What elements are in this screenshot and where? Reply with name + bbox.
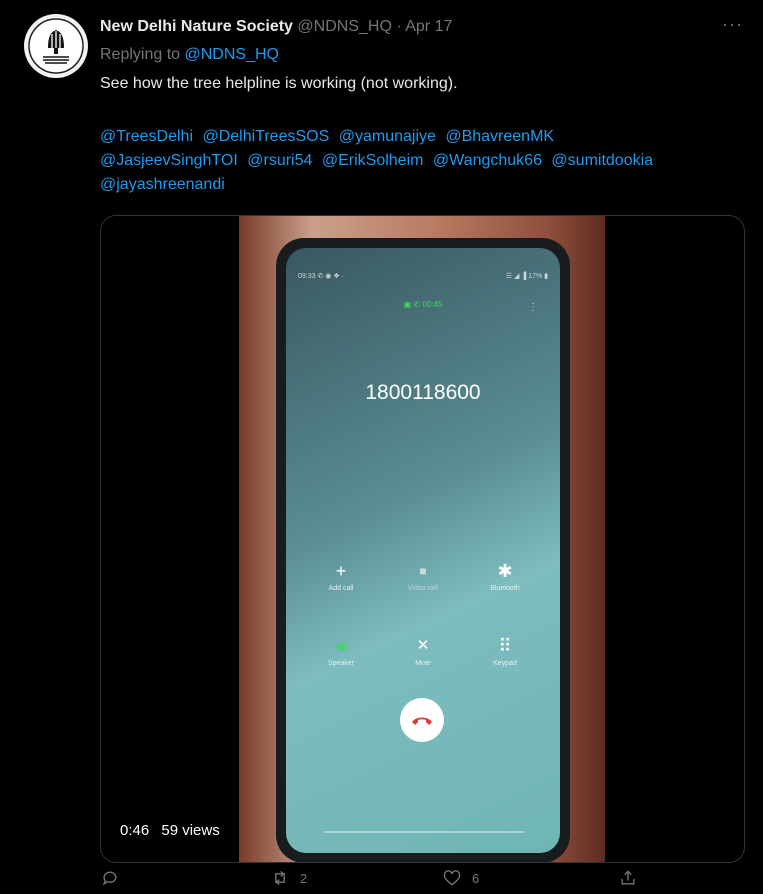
mention-link[interactable]: @yamunajiye [339,128,436,145]
speaker-control: ◀) Speaker [306,636,376,667]
mute-control: ✕ Mute [388,636,458,667]
video-time: 0:46 [120,822,150,839]
mention-link[interactable]: @DelhiTreesSOS [202,128,329,145]
tweet-text: See how the tree helpline is working (no… [100,75,458,92]
end-call-icon [412,717,432,725]
call-timer: ▣ ✆ 00:45 [403,300,443,309]
share-button[interactable] [618,868,638,888]
bluetooth-control: ✱ Bluetooth [470,561,540,592]
mention-link[interactable]: @Wangchuk66 [433,152,542,169]
replying-to-label: Replying to [100,46,181,63]
tweet-actions: 2 6 [100,868,645,894]
add-call-control: + Add call [306,561,376,592]
phone-status-bar: 09:33 ✆ ◉ ❖ · ☰ ◢ ▐ 17% ▮ [298,272,548,280]
video-call-icon: ■ [419,564,427,578]
separator-dot: · [396,18,402,35]
bluetooth-label: Bluetooth [490,585,520,592]
dialed-number: 1800118600 [365,381,481,404]
mute-icon: ✕ [416,637,430,654]
retweet-button[interactable]: 2 [270,868,307,888]
phone: 09:33 ✆ ◉ ❖ · ☰ ◢ ▐ 17% ▮ ▣ ✆ 00:45 ⋮ 18… [276,238,570,862]
mention-link[interactable]: @BhavreenMK [445,128,554,145]
video-call-control: ■ Video call [388,561,458,592]
tweet: New Delhi Nature Society @NDNS_HQ · Apr … [0,0,763,894]
add-call-icon: + [335,561,347,581]
mute-label: Mute [415,660,431,667]
keypad-label: Keypad [493,660,517,667]
share-icon [621,870,635,885]
replying-to: Replying to @NDNS_HQ [100,46,279,64]
status-right: ☰ ◢ ▐ 17% ▮ [505,273,548,280]
more-options-icon[interactable]: ··· [722,14,743,35]
speaker-icon: ◀) [333,638,349,653]
reply-button[interactable] [100,868,130,888]
like-button[interactable]: 6 [442,868,479,888]
retweet-count: 2 [300,870,308,886]
video-views: 59 views [161,822,220,839]
avatar[interactable] [24,14,88,78]
replying-to-handle-link[interactable]: @NDNS_HQ [185,46,279,63]
video-call-label: Video call [407,585,439,592]
reply-icon [102,871,117,886]
mentions: @TreesDelhi @DelhiTreesSOS @yamunajiye @… [100,125,740,197]
mention-link[interactable]: @rsuri54 [247,152,312,169]
like-count: 6 [472,870,480,886]
phone-screen: 09:33 ✆ ◉ ❖ · ☰ ◢ ▐ 17% ▮ ▣ ✆ 00:45 ⋮ 18… [286,248,560,853]
home-indicator [324,831,524,833]
video-player[interactable]: 09:33 ✆ ◉ ❖ · ☰ ◢ ▐ 17% ▮ ▣ ✆ 00:45 ⋮ 18… [100,215,745,863]
mention-link[interactable]: @JasjeevSinghTOI [100,152,238,169]
keypad-control: ⠿ Keypad [470,636,540,667]
video-stats: 0:46 59 views [120,822,220,839]
mention-link[interactable]: @ErikSolheim [322,152,424,169]
mention-link[interactable]: @TreesDelhi [100,128,193,145]
status-left: 09:33 ✆ ◉ ❖ · [298,273,344,280]
video-frame: 09:33 ✆ ◉ ❖ · ☰ ◢ ▐ 17% ▮ ▣ ✆ 00:45 ⋮ 18… [239,216,605,862]
mention-link[interactable]: @jayashreenandi [100,176,225,193]
author-name[interactable]: New Delhi Nature Society [100,18,293,35]
retweet-icon [275,870,285,886]
mention-link[interactable]: @sumitdookia [551,152,653,169]
bluetooth-icon: ✱ [497,561,513,581]
tweet-date[interactable]: Apr 17 [405,18,452,35]
speaker-label: Speaker [327,660,355,667]
phone-menu-icon: ⋮ [528,302,538,313]
keypad-icon: ⠿ [498,636,512,656]
author-handle[interactable]: @NDNS_HQ [297,18,391,35]
tweet-header: New Delhi Nature Society @NDNS_HQ · Apr … [100,17,452,37]
heart-icon [443,870,461,886]
add-call-label: Add call [328,585,354,592]
end-call-button [400,698,444,742]
nature-society-logo [28,18,84,74]
